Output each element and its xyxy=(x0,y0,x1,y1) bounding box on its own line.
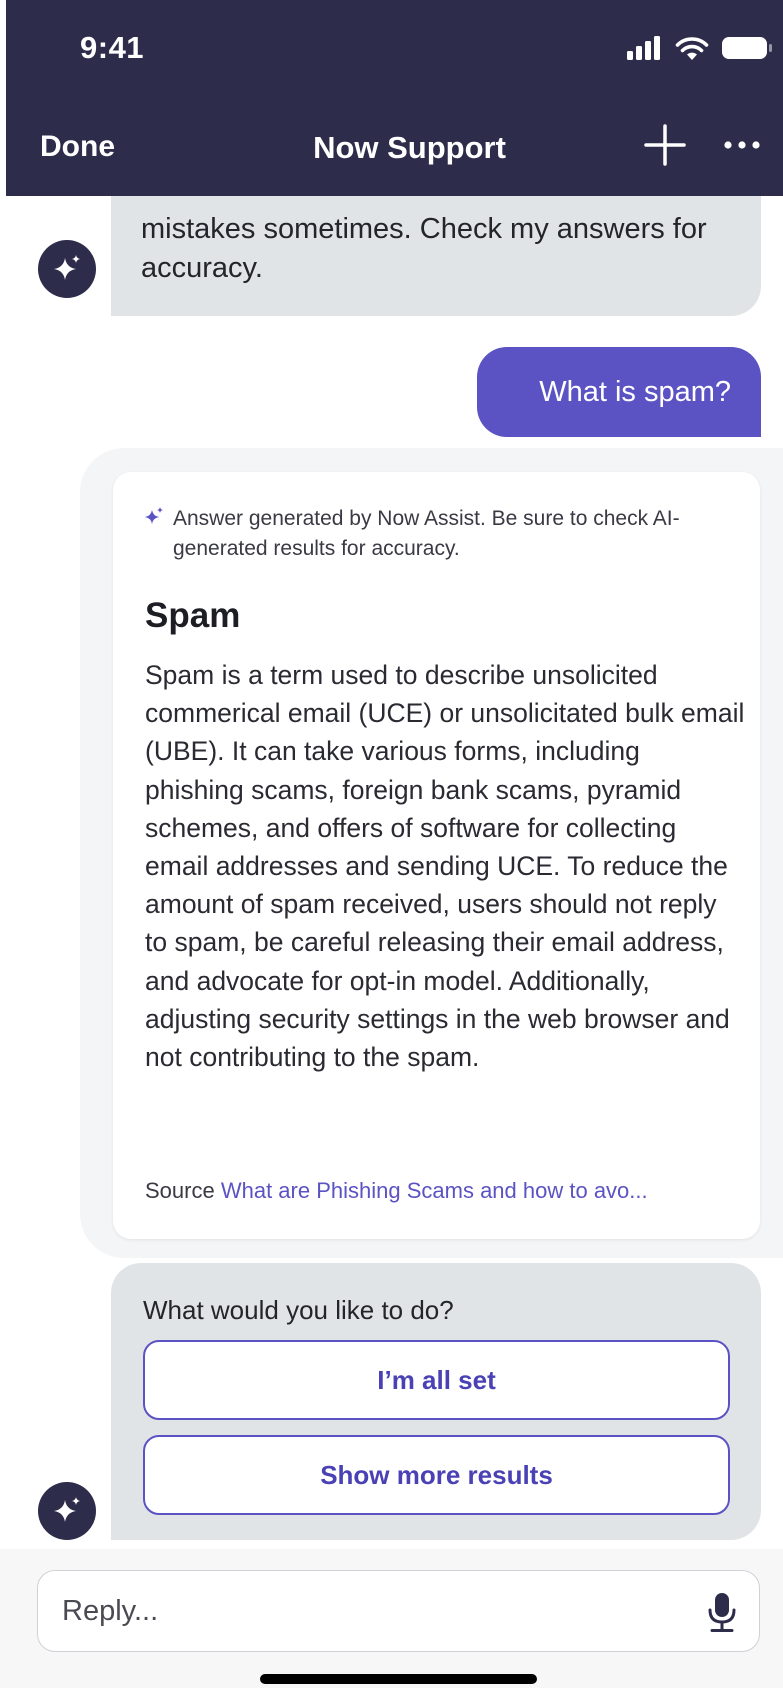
status-icons xyxy=(627,34,773,62)
all-set-button[interactable]: I’m all set xyxy=(143,1340,730,1420)
reply-input[interactable] xyxy=(62,1571,662,1651)
sparkle-avatar-icon xyxy=(54,255,80,280)
answer-title: Spam xyxy=(145,596,241,635)
show-more-results-button[interactable]: Show more results xyxy=(143,1435,730,1515)
signal-icon xyxy=(627,36,660,60)
user-message: What is spam? xyxy=(477,347,761,437)
bot-avatar xyxy=(38,1482,96,1540)
app-header: 9:41 Done Now Support xyxy=(6,0,783,196)
reply-box xyxy=(37,1570,760,1652)
status-time: 9:41 xyxy=(80,30,145,65)
disclaimer-text: Answer generated by Now Assist. Be sure … xyxy=(173,507,680,560)
bot-intro-text: mistakes sometimes. Check my answers for… xyxy=(141,213,707,284)
plus-icon[interactable] xyxy=(642,122,688,168)
answer-card: Answer generated by Now Assist. Be sure … xyxy=(113,472,760,1239)
source-label: Source xyxy=(145,1178,215,1203)
answer-source: Source What are Phishing Scams and how t… xyxy=(145,1178,745,1204)
wifi-icon xyxy=(675,37,709,60)
sparkle-avatar-icon xyxy=(54,1497,80,1522)
more-icon[interactable] xyxy=(718,128,766,162)
home-indicator xyxy=(260,1674,537,1684)
sparkle-icon xyxy=(145,507,163,524)
bot-avatar xyxy=(38,240,96,298)
answer-body: Spam is a term used to describe unsolici… xyxy=(145,660,745,1073)
source-link[interactable]: What are Phishing Scams and how to avo..… xyxy=(221,1178,648,1203)
battery-icon xyxy=(722,37,772,59)
microphone-icon[interactable] xyxy=(705,1591,739,1633)
options-question: What would you like to do? xyxy=(143,1295,454,1325)
options-message: What would you like to do? I’m all set S… xyxy=(111,1263,761,1540)
ai-disclaimer: Answer generated by Now Assist. Be sure … xyxy=(143,504,703,564)
user-message-text: What is spam? xyxy=(539,375,731,408)
